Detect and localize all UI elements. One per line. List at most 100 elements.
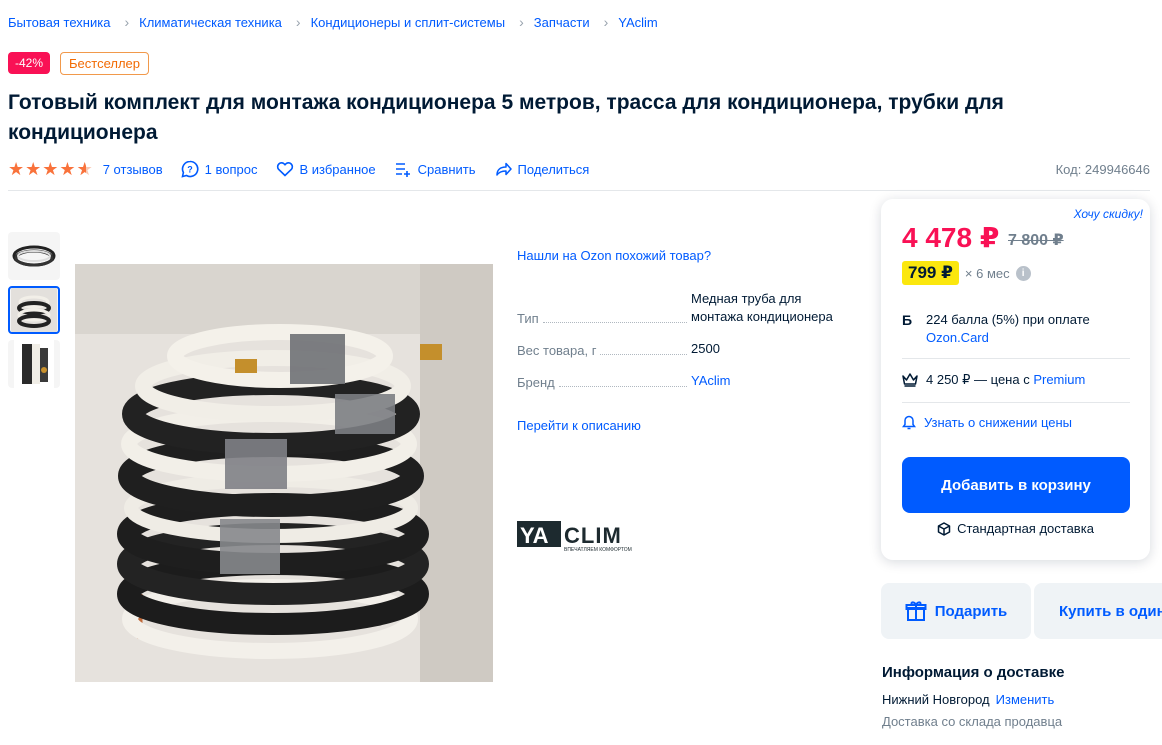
characteristic-key: Вес товара, г bbox=[517, 343, 597, 358]
breadcrumb-item[interactable]: YAclim bbox=[618, 15, 657, 30]
price-drop-notify[interactable]: Узнать о снижении цены bbox=[902, 415, 1072, 430]
divider bbox=[902, 358, 1130, 359]
favorite-link[interactable]: В избранное bbox=[276, 160, 376, 178]
gift-button[interactable]: Подарить bbox=[881, 583, 1031, 639]
price-card: Хочу скидку! 4 478 ₽ 7 800 ₽ 799 ₽ × 6 м… bbox=[881, 199, 1150, 560]
premium-row: 4 250 ₽ — цена с Premium bbox=[902, 372, 1085, 388]
thumbnail[interactable] bbox=[8, 340, 60, 388]
hose-coil-image bbox=[75, 264, 493, 682]
breadcrumb-item[interactable]: Кондиционеры и сплит-системы bbox=[311, 15, 506, 30]
main-product-image[interactable] bbox=[75, 264, 493, 682]
want-discount-link[interactable]: Хочу скидку! bbox=[1074, 207, 1143, 221]
ozon-card-link[interactable]: Ozon.Card bbox=[926, 330, 989, 345]
divider bbox=[8, 190, 1150, 191]
characteristic-key: Тип bbox=[517, 311, 539, 326]
premium-link[interactable]: Premium bbox=[1033, 372, 1085, 387]
breadcrumb-item[interactable]: Климатическая техника bbox=[139, 15, 282, 30]
brand-logo[interactable]: YA CLIM ВПЕЧАТЛЯЕМ КОМФОРТОМ bbox=[517, 521, 647, 553]
product-title: Готовый комплект для монтажа кондиционер… bbox=[8, 91, 1004, 144]
add-to-cart-button[interactable]: Добавить в корзину bbox=[902, 457, 1130, 513]
dotted-leader bbox=[600, 354, 687, 355]
brand-logo-clim: CLIM bbox=[564, 523, 622, 548]
questions-label: 1 вопрос bbox=[204, 161, 258, 177]
one-click-label: Купить в один клик bbox=[1059, 602, 1162, 620]
half-star-icon: ★ bbox=[77, 159, 93, 180]
delivery-city: Нижний Новгород bbox=[882, 692, 990, 707]
installment-term: × 6 мес bbox=[964, 265, 1010, 281]
bestseller-badge: Бестселлер bbox=[60, 52, 150, 75]
box-icon bbox=[937, 521, 951, 536]
hose-coil-thumbnail bbox=[12, 245, 56, 267]
one-click-buy-button[interactable]: Купить в один клик bbox=[1034, 583, 1162, 639]
star-icon: ★ bbox=[8, 158, 25, 179]
share-icon bbox=[495, 162, 512, 176]
compare-label: Сравнить bbox=[417, 161, 476, 177]
dotted-leader bbox=[542, 322, 687, 323]
brand-link[interactable]: YAclim bbox=[691, 372, 857, 390]
breadcrumb: Бытовая техника › Климатическая техника … bbox=[8, 14, 658, 30]
star-icon: ★ bbox=[42, 158, 59, 179]
discount-badge: -42% bbox=[8, 52, 51, 74]
gift-label: Подарить bbox=[934, 602, 1008, 620]
star-icon: ★ bbox=[59, 158, 76, 179]
thumbnail[interactable] bbox=[8, 232, 60, 280]
heart-icon bbox=[276, 162, 293, 177]
breadcrumb-item[interactable]: Запчасти bbox=[534, 15, 590, 30]
chevron-right-icon: › bbox=[519, 14, 524, 30]
characteristic-row: Вес товара, г 2500 bbox=[517, 340, 857, 358]
favorite-label: В избранное bbox=[299, 161, 376, 177]
compare-icon bbox=[395, 163, 410, 177]
delivery-type-label: Стандартная доставка bbox=[957, 521, 1094, 536]
delivery-info-title: Информация о доставке bbox=[882, 664, 1065, 681]
reviews-label: 7 отзывов bbox=[102, 161, 163, 177]
badges: -42% Бестселлер bbox=[8, 52, 150, 75]
characteristic-value: 2500 bbox=[691, 341, 720, 356]
question-bubble-icon: ? bbox=[181, 160, 199, 178]
thumbnail-active[interactable] bbox=[8, 286, 60, 334]
compare-link[interactable]: Сравнить bbox=[394, 160, 476, 178]
reviews-link[interactable]: 7 отзывов bbox=[103, 162, 163, 177]
share-link[interactable]: Поделиться bbox=[494, 160, 590, 178]
share-label: Поделиться bbox=[517, 161, 590, 177]
dotted-leader bbox=[558, 386, 687, 387]
hose-coil-thumbnail bbox=[11, 288, 57, 332]
questions-link[interactable]: ? 1 вопрос bbox=[181, 160, 258, 178]
characteristic-row: Тип Медная труба для монтажа кондиционер… bbox=[517, 290, 857, 326]
crown-icon bbox=[902, 373, 918, 387]
product-meta-row: ★ ★ ★ ★ ★ 7 отзывов ? 1 вопрос В избранн… bbox=[8, 158, 1150, 180]
premium-price-text: 4 250 ₽ — цена с bbox=[926, 372, 1030, 387]
chevron-right-icon: › bbox=[295, 14, 301, 30]
change-city-link[interactable]: Изменить bbox=[996, 692, 1055, 707]
go-to-description-link[interactable]: Перейти к описанию bbox=[517, 418, 641, 433]
brand-logo-tagline: ВПЕЧАТЛЯЕМ КОМФОРТОМ bbox=[564, 547, 632, 553]
product-code: Код: 249946646 bbox=[1055, 161, 1150, 177]
delivery-city-row: Нижний Новгород Изменить bbox=[882, 692, 1054, 707]
characteristic-row: Бренд YAclim bbox=[517, 372, 857, 390]
current-price: 4 478 ₽ bbox=[902, 222, 1000, 253]
brand-logo-ya: YA bbox=[520, 523, 549, 548]
old-price: 7 800 ₽ bbox=[1008, 232, 1064, 249]
installment-price: 799 ₽ bbox=[902, 261, 959, 285]
ozon-card-icon: Б bbox=[902, 312, 913, 328]
bonus-text: 224 балла (5%) при оплате bbox=[926, 312, 1090, 327]
characteristic-value: Медная труба для монтажа кондиционера bbox=[691, 291, 833, 324]
installment-row[interactable]: 799 ₽ × 6 мес i bbox=[902, 261, 1031, 285]
price-drop-label: Узнать о снижении цены bbox=[924, 415, 1073, 430]
characteristics-list: Тип Медная труба для монтажа кондиционер… bbox=[517, 290, 857, 404]
delivery-source: Доставка со склада продавца bbox=[882, 714, 1063, 729]
characteristic-key: Бренд bbox=[517, 375, 555, 390]
hose-detail-thumbnail bbox=[14, 340, 54, 388]
gift-icon bbox=[905, 601, 927, 621]
chevron-right-icon: › bbox=[603, 14, 609, 30]
info-icon[interactable]: i bbox=[1015, 265, 1031, 281]
svg-text:?: ? bbox=[187, 165, 193, 175]
divider bbox=[902, 402, 1130, 403]
bell-icon bbox=[902, 415, 916, 430]
thumbnail-list bbox=[8, 232, 60, 388]
chevron-right-icon: › bbox=[124, 14, 130, 30]
bonus-row: Б 224 балла (5%) при оплате Ozon.Card bbox=[902, 311, 1130, 347]
similar-product-link[interactable]: Нашли на Ozon похожий товар? bbox=[517, 248, 711, 263]
breadcrumb-item[interactable]: Бытовая техника bbox=[8, 15, 110, 30]
rating-stars[interactable]: ★ ★ ★ ★ ★ bbox=[8, 159, 93, 180]
delivery-type: Стандартная доставка bbox=[881, 521, 1150, 536]
